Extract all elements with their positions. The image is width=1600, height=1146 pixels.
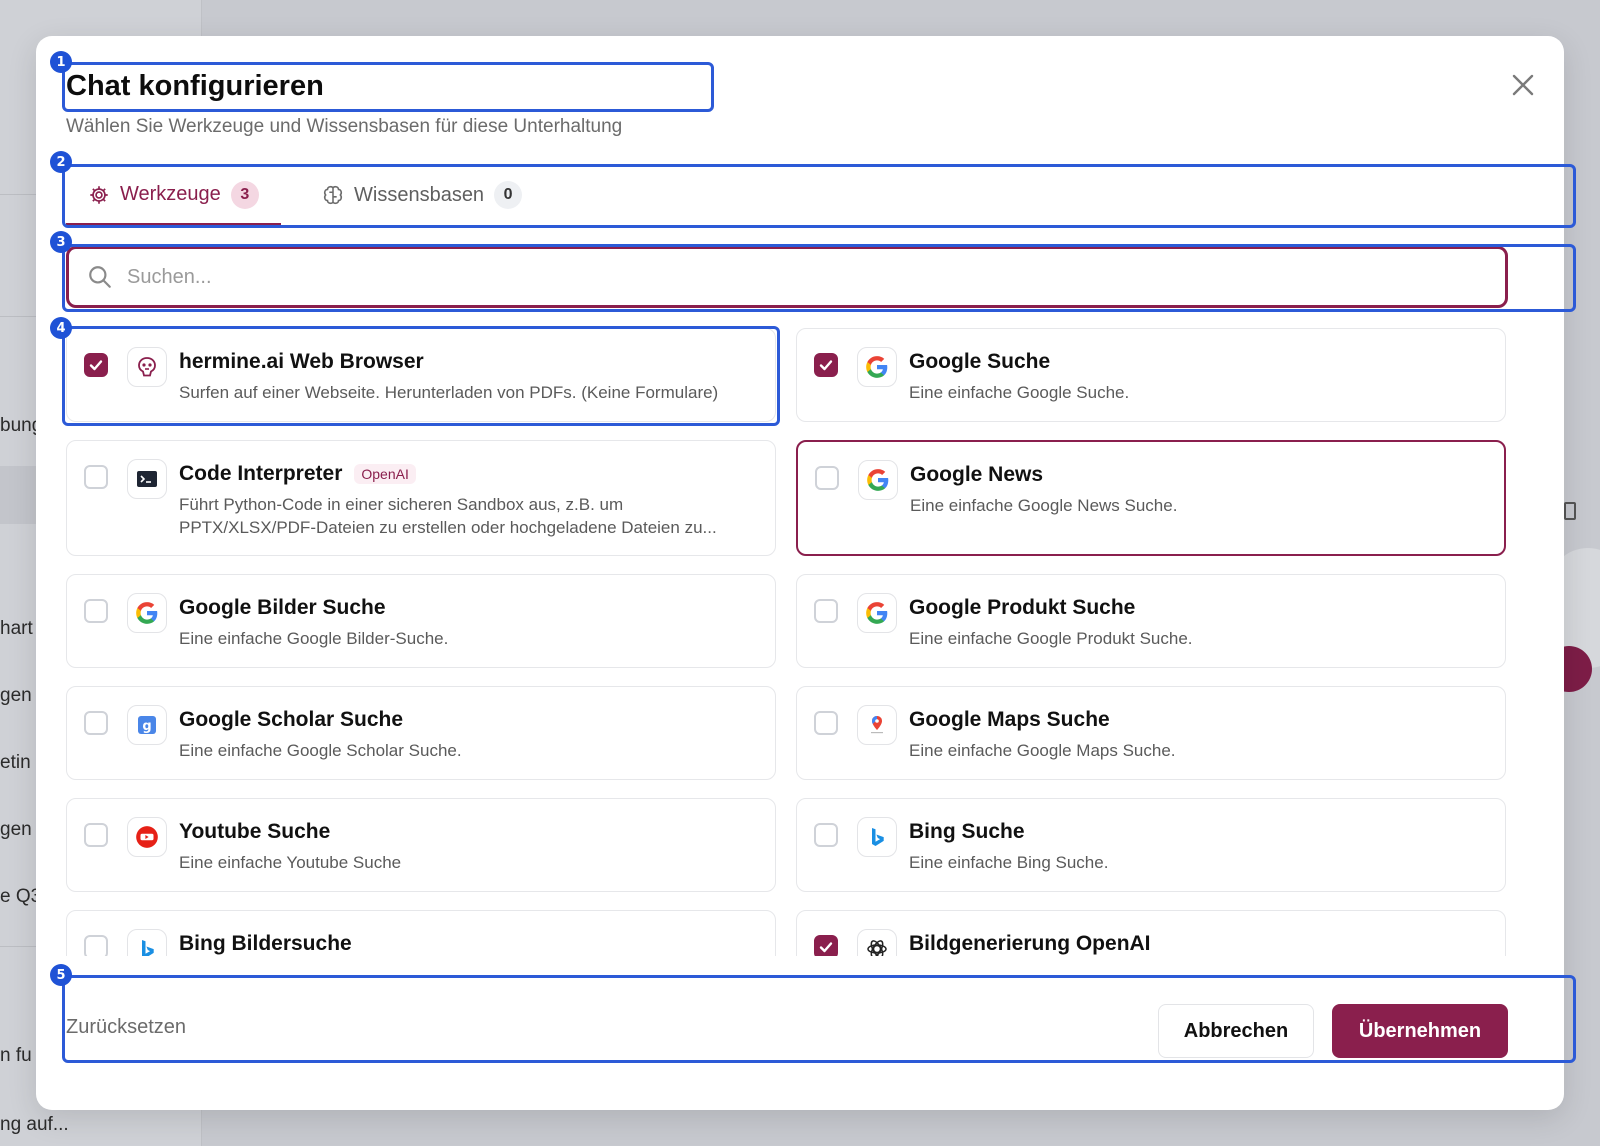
dialog-subtitle: Wählen Sie Werkzeuge und Wissensbasen fü… — [66, 116, 623, 137]
svg-text:g: g — [142, 719, 151, 734]
tool-checkbox[interactable] — [84, 599, 108, 623]
tool-title-wrapper: Code Interpreter OpenAI — [179, 462, 416, 486]
annotation-marker-1: 1 — [50, 51, 72, 73]
terminal-icon — [127, 459, 167, 499]
tool-checkbox[interactable] — [84, 935, 108, 956]
tool-card-code-interpreter[interactable]: Code Interpreter OpenAI Führt Python-Code… — [66, 440, 776, 556]
google-icon — [857, 347, 897, 387]
google-icon — [858, 460, 898, 500]
tool-description: Eine einfache Google Bilder-Suche. — [179, 629, 449, 648]
gear-icon — [90, 185, 108, 204]
tool-list: hermine.ai Web Browser Surfen auf einer … — [66, 328, 1508, 956]
annotation-marker-3: 3 — [50, 231, 72, 253]
search-field — [66, 246, 1508, 308]
google-icon — [127, 593, 167, 633]
background-sidebar-text: n fu — [0, 1045, 32, 1066]
youtube-icon — [127, 817, 167, 857]
openai-tag: OpenAI — [354, 464, 416, 485]
tab-werkzeuge[interactable]: Werkzeuge 3 — [66, 166, 281, 226]
hermine-icon — [127, 347, 167, 387]
annotation-marker-5: 5 — [50, 964, 72, 986]
tool-checkbox[interactable] — [84, 465, 108, 489]
tool-card-bing-bildersuche[interactable]: Bing Bildersuche — [66, 910, 776, 956]
tool-description: Eine einfache Google Scholar Suche. — [179, 741, 462, 760]
tool-description: Eine einfache Google Produkt Suche. — [909, 629, 1193, 648]
annotation-marker-2: 2 — [50, 151, 72, 173]
google-maps-icon — [857, 705, 897, 745]
tool-title: Google Produkt Suche — [909, 596, 1136, 619]
bing-icon — [857, 817, 897, 857]
tool-card-google-suche[interactable]: Google Suche Eine einfache Google Suche. — [796, 328, 1506, 422]
tool-title: Google Bilder Suche — [179, 596, 386, 619]
background-sidebar-text: etin — [0, 752, 31, 773]
tool-title: Bildgenerierung OpenAI — [909, 932, 1151, 955]
background-sidebar-text: gen — [0, 685, 32, 706]
tool-title: Google Scholar Suche — [179, 708, 404, 731]
tool-checkbox[interactable] — [814, 711, 838, 735]
openai-icon — [857, 929, 897, 956]
background-icon — [1564, 502, 1576, 520]
search-icon — [89, 266, 111, 288]
check-icon — [819, 360, 833, 371]
tool-checkbox[interactable] — [814, 823, 838, 847]
tool-title: Google Suche — [909, 350, 1051, 373]
tool-description: Eine einfache Google Maps Suche. — [909, 741, 1176, 760]
tab-label: Wissensbasen — [354, 183, 485, 206]
tool-title: Bing Bildersuche — [179, 932, 352, 955]
background-sidebar-text: ng auf... — [0, 1114, 69, 1135]
dialog-title: Chat konfigurieren — [66, 70, 324, 102]
background-sidebar-text: gen — [0, 819, 32, 840]
tool-card-google-scholar-suche[interactable]: g Google Scholar Suche Eine einfache Goo… — [66, 686, 776, 780]
cancel-button[interactable]: Abbrechen — [1158, 1004, 1314, 1058]
tool-checkbox[interactable] — [84, 823, 108, 847]
close-icon — [1512, 74, 1534, 96]
tool-card-hermine-web-browser[interactable]: hermine.ai Web Browser Surfen auf einer … — [66, 328, 776, 422]
tool-description: Eine einfache Youtube Suche — [179, 853, 402, 872]
tab-count-badge: 0 — [494, 181, 523, 209]
tab-label: Werkzeuge — [120, 183, 221, 205]
dialog-footer: Zurücksetzen Abbrechen Übernehmen — [66, 976, 1508, 1062]
tool-description: Eine einfache Google News Suche. — [910, 496, 1178, 515]
tool-checkbox[interactable] — [815, 466, 839, 490]
chat-config-dialog: 1 Chat konfigurieren Wählen Sie Werkzeug… — [36, 36, 1576, 1110]
tool-card-youtube-suche[interactable]: Youtube Suche Eine einfache Youtube Such… — [66, 798, 776, 892]
tool-title: Code Interpreter — [179, 462, 343, 485]
tool-description: Surfen auf einer Webseite. Herunterladen… — [179, 383, 719, 402]
tool-checkbox[interactable] — [84, 711, 108, 735]
tool-title: Google Maps Suche — [909, 708, 1110, 731]
reset-button[interactable]: Zurücksetzen — [66, 1016, 186, 1039]
tool-checkbox[interactable] — [814, 353, 838, 377]
tool-description: Führt Python-Code in einer sicheren Sand… — [179, 495, 717, 537]
background-sidebar-text: hart — [0, 618, 33, 639]
close-button[interactable] — [1506, 68, 1540, 102]
tool-checkbox[interactable] — [814, 935, 838, 956]
annotation-marker-4: 4 — [50, 317, 72, 339]
tool-title: Youtube Suche — [179, 820, 331, 843]
tab-count-badge: 3 — [230, 180, 259, 209]
tab-wissensbasen[interactable]: Wissensbasen 0 — [314, 166, 530, 224]
tool-card-bildgenerierung-openai[interactable]: Bildgenerierung OpenAI — [796, 910, 1506, 956]
check-icon — [89, 360, 103, 371]
tool-checkbox[interactable] — [814, 599, 838, 623]
tool-card-google-maps-suche[interactable]: Google Maps Suche Eine einfache Google M… — [796, 686, 1506, 780]
search-input[interactable] — [127, 265, 1427, 289]
tool-card-google-news[interactable]: Google News Eine einfache Google News Su… — [796, 440, 1506, 556]
tool-description: Eine einfache Bing Suche. — [909, 853, 1109, 872]
bing-icon — [127, 929, 167, 956]
apply-button[interactable]: Übernehmen — [1332, 1004, 1508, 1058]
tool-title: Bing Suche — [909, 820, 1025, 843]
tool-title: Google News — [910, 463, 1044, 486]
tool-card-bing-suche[interactable]: Bing Suche Eine einfache Bing Suche. — [796, 798, 1506, 892]
tool-title: hermine.ai Web Browser — [179, 350, 424, 373]
tab-bar: Werkzeuge 3 Wissensbasen 0 — [66, 166, 1508, 228]
google-scholar-icon: g — [127, 705, 167, 745]
tool-card-google-bilder-suche[interactable]: Google Bilder Suche Eine einfache Google… — [66, 574, 776, 668]
check-icon — [819, 942, 833, 953]
google-icon — [857, 593, 897, 633]
tool-card-google-produkt-suche[interactable]: Google Produkt Suche Eine einfache Googl… — [796, 574, 1506, 668]
tool-description: Eine einfache Google Suche. — [909, 383, 1130, 402]
tool-checkbox[interactable] — [84, 353, 108, 377]
brain-icon — [323, 185, 343, 205]
